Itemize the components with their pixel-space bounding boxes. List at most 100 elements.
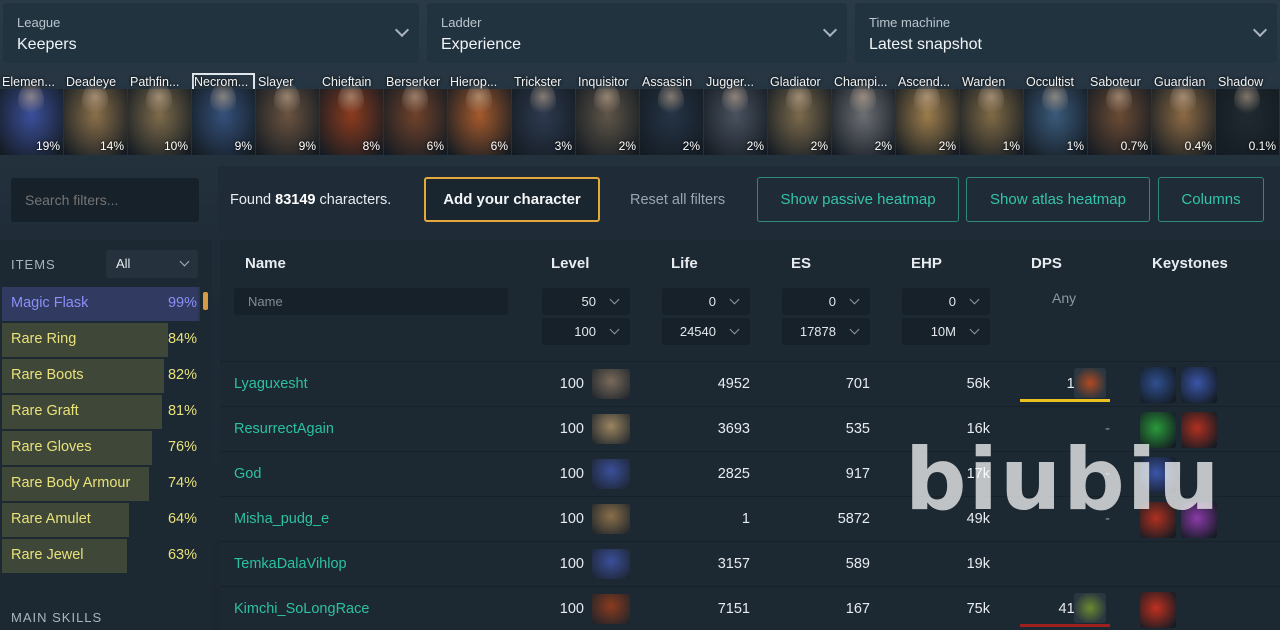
level-cell: 100 — [559, 511, 584, 527]
col-header-name[interactable]: Name — [245, 255, 286, 272]
items-filter-value: All — [116, 256, 131, 271]
watermark: biubiu — [905, 430, 1222, 530]
class-percent: 6% — [426, 139, 444, 153]
class-filter-item[interactable]: Necrom... 9% — [192, 73, 255, 155]
search-filters-input[interactable] — [11, 178, 199, 222]
class-filter-item[interactable]: Champi... 2% — [832, 73, 895, 155]
life-min-select[interactable]: 0 — [662, 288, 750, 315]
time-machine-select[interactable]: Time machine Latest snapshot — [855, 3, 1277, 63]
character-name-link[interactable]: TemkaDalaVihlop — [234, 556, 347, 572]
item-filter-row[interactable]: Rare Boots 82% — [2, 359, 200, 393]
class-filter-item[interactable]: Warden 1% — [960, 73, 1023, 155]
class-percent: 0.4% — [1184, 139, 1212, 153]
ehp-min-select[interactable]: 0 — [902, 288, 990, 315]
class-filter-item[interactable]: Gladiator 2% — [768, 73, 831, 155]
passive-heatmap-button[interactable]: Show passive heatmap — [757, 177, 959, 222]
class-percent: 9% — [234, 139, 252, 153]
class-filter-item[interactable]: Guardian 0.4% — [1152, 73, 1215, 155]
class-filter-item[interactable]: Deadeye 14% — [64, 73, 127, 155]
life-max-select[interactable]: 24540 — [662, 318, 750, 345]
item-filter-row[interactable]: Rare Gloves 76% — [2, 431, 200, 465]
search-filters-box — [11, 178, 199, 222]
class-percent: 6% — [490, 139, 508, 153]
col-header-es[interactable]: ES — [791, 255, 811, 272]
class-percent: 19% — [35, 139, 60, 153]
level-max-select[interactable]: 100 — [542, 318, 630, 345]
col-header-ehp[interactable]: EHP — [911, 255, 942, 272]
class-name: Gladiator — [770, 75, 821, 89]
class-percent: 14% — [99, 139, 124, 153]
item-percent: 64% — [167, 511, 197, 527]
class-filter-item[interactable]: Berserker 6% — [384, 73, 447, 155]
items-scrollbar[interactable] — [203, 292, 208, 310]
columns-button[interactable]: Columns — [1158, 177, 1264, 222]
table-row[interactable]: Kimchi_SoLongRace100715116775k414k — [220, 586, 1280, 630]
ehp-min-value: 0 — [948, 294, 956, 309]
es-cell: 589 — [845, 556, 870, 572]
table-row[interactable]: Lyaguxesht100495270156k12k — [220, 361, 1280, 405]
ehp-cell: 19k — [966, 556, 990, 572]
item-filter-row[interactable]: Magic Flask 99% — [2, 287, 200, 321]
class-name: Inquisitor — [578, 75, 629, 89]
es-min-select[interactable]: 0 — [782, 288, 870, 315]
es-max-select[interactable]: 17878 — [782, 318, 870, 345]
item-filter-row[interactable]: Rare Ring 84% — [2, 323, 200, 357]
character-name-link[interactable]: Lyaguxesht — [234, 376, 308, 392]
class-filter-item[interactable]: Slayer 9% — [256, 73, 319, 155]
table-row[interactable]: TemkaDalaVihlop 100 3157 589 19k — [220, 541, 1280, 585]
keystone-icon[interactable] — [1140, 592, 1176, 628]
chevron-down-icon — [729, 294, 740, 305]
ehp-max-value: 10M — [930, 324, 956, 339]
ehp-max-select[interactable]: 10M — [902, 318, 990, 345]
class-filter-item[interactable]: Saboteur 0.7% — [1088, 73, 1151, 155]
class-filter-item[interactable]: Trickster 3% — [512, 73, 575, 155]
item-percent: 74% — [167, 475, 197, 491]
item-filter-row[interactable]: Rare Amulet 64% — [2, 503, 200, 537]
life-min-value: 0 — [708, 294, 716, 309]
class-filter-item[interactable]: Jugger... 2% — [704, 73, 767, 155]
item-filter-row[interactable]: Rare Graft 81% — [2, 395, 200, 429]
col-header-keystones[interactable]: Keystones — [1152, 255, 1228, 272]
keystone-icon[interactable] — [1140, 367, 1176, 403]
class-avatar-icon — [592, 504, 630, 534]
es-cell: 917 — [845, 466, 870, 482]
reset-filters-button[interactable]: Reset all filters — [630, 192, 725, 208]
dps-underline — [1020, 624, 1110, 627]
item-percent: 81% — [167, 403, 197, 419]
character-name-link[interactable]: God — [234, 466, 261, 482]
level-min-select[interactable]: 50 — [542, 288, 630, 315]
class-filter-item[interactable]: Ascend... 2% — [896, 73, 959, 155]
col-header-life[interactable]: Life — [671, 255, 698, 272]
character-name-link[interactable]: ResurrectAgain — [234, 421, 334, 437]
ladder-select[interactable]: Ladder Experience — [427, 3, 847, 63]
item-filter-row[interactable]: Rare Jewel 63% — [2, 539, 200, 573]
class-filter-item[interactable]: Elemen... 19% — [0, 73, 63, 155]
item-percent: 76% — [167, 439, 197, 455]
character-name-link[interactable]: Misha_pudg_e — [234, 511, 329, 527]
chevron-down-icon — [179, 256, 190, 267]
class-filter-item[interactable]: Assassin 2% — [640, 73, 703, 155]
league-select[interactable]: League Keepers — [3, 3, 419, 63]
level-cell: 100 — [559, 421, 584, 437]
class-name: Shadow — [1218, 75, 1264, 89]
col-header-level[interactable]: Level — [551, 255, 589, 272]
dps-underline — [1020, 399, 1110, 402]
name-filter-input[interactable]: Name — [234, 288, 508, 315]
class-filter-item[interactable]: Pathfin... 10% — [128, 73, 191, 155]
class-filter-item[interactable]: Inquisitor 2% — [576, 73, 639, 155]
character-name-link[interactable]: Kimchi_SoLongRace — [234, 601, 369, 617]
class-filter-item[interactable]: Shadow 0.1% — [1216, 73, 1279, 155]
class-name: Berserker — [386, 75, 441, 89]
results-toolbar: Found 83149 characters. Add your charact… — [218, 166, 1280, 234]
keystone-icon[interactable] — [1181, 367, 1217, 403]
atlas-heatmap-button[interactable]: Show atlas heatmap — [966, 177, 1150, 222]
items-filter-select[interactable]: All — [106, 250, 198, 278]
col-header-dps[interactable]: DPS — [1031, 255, 1062, 272]
class-filter-item[interactable]: Chieftain 8% — [320, 73, 383, 155]
dps-filter[interactable]: Any — [1052, 290, 1076, 306]
class-filter-item[interactable]: Occultist 1% — [1024, 73, 1087, 155]
time-machine-label: Time machine — [869, 15, 951, 30]
item-filter-row[interactable]: Rare Body Armour 74% — [2, 467, 200, 501]
add-character-button[interactable]: Add your character — [424, 177, 600, 222]
class-filter-item[interactable]: Hierop... 6% — [448, 73, 511, 155]
